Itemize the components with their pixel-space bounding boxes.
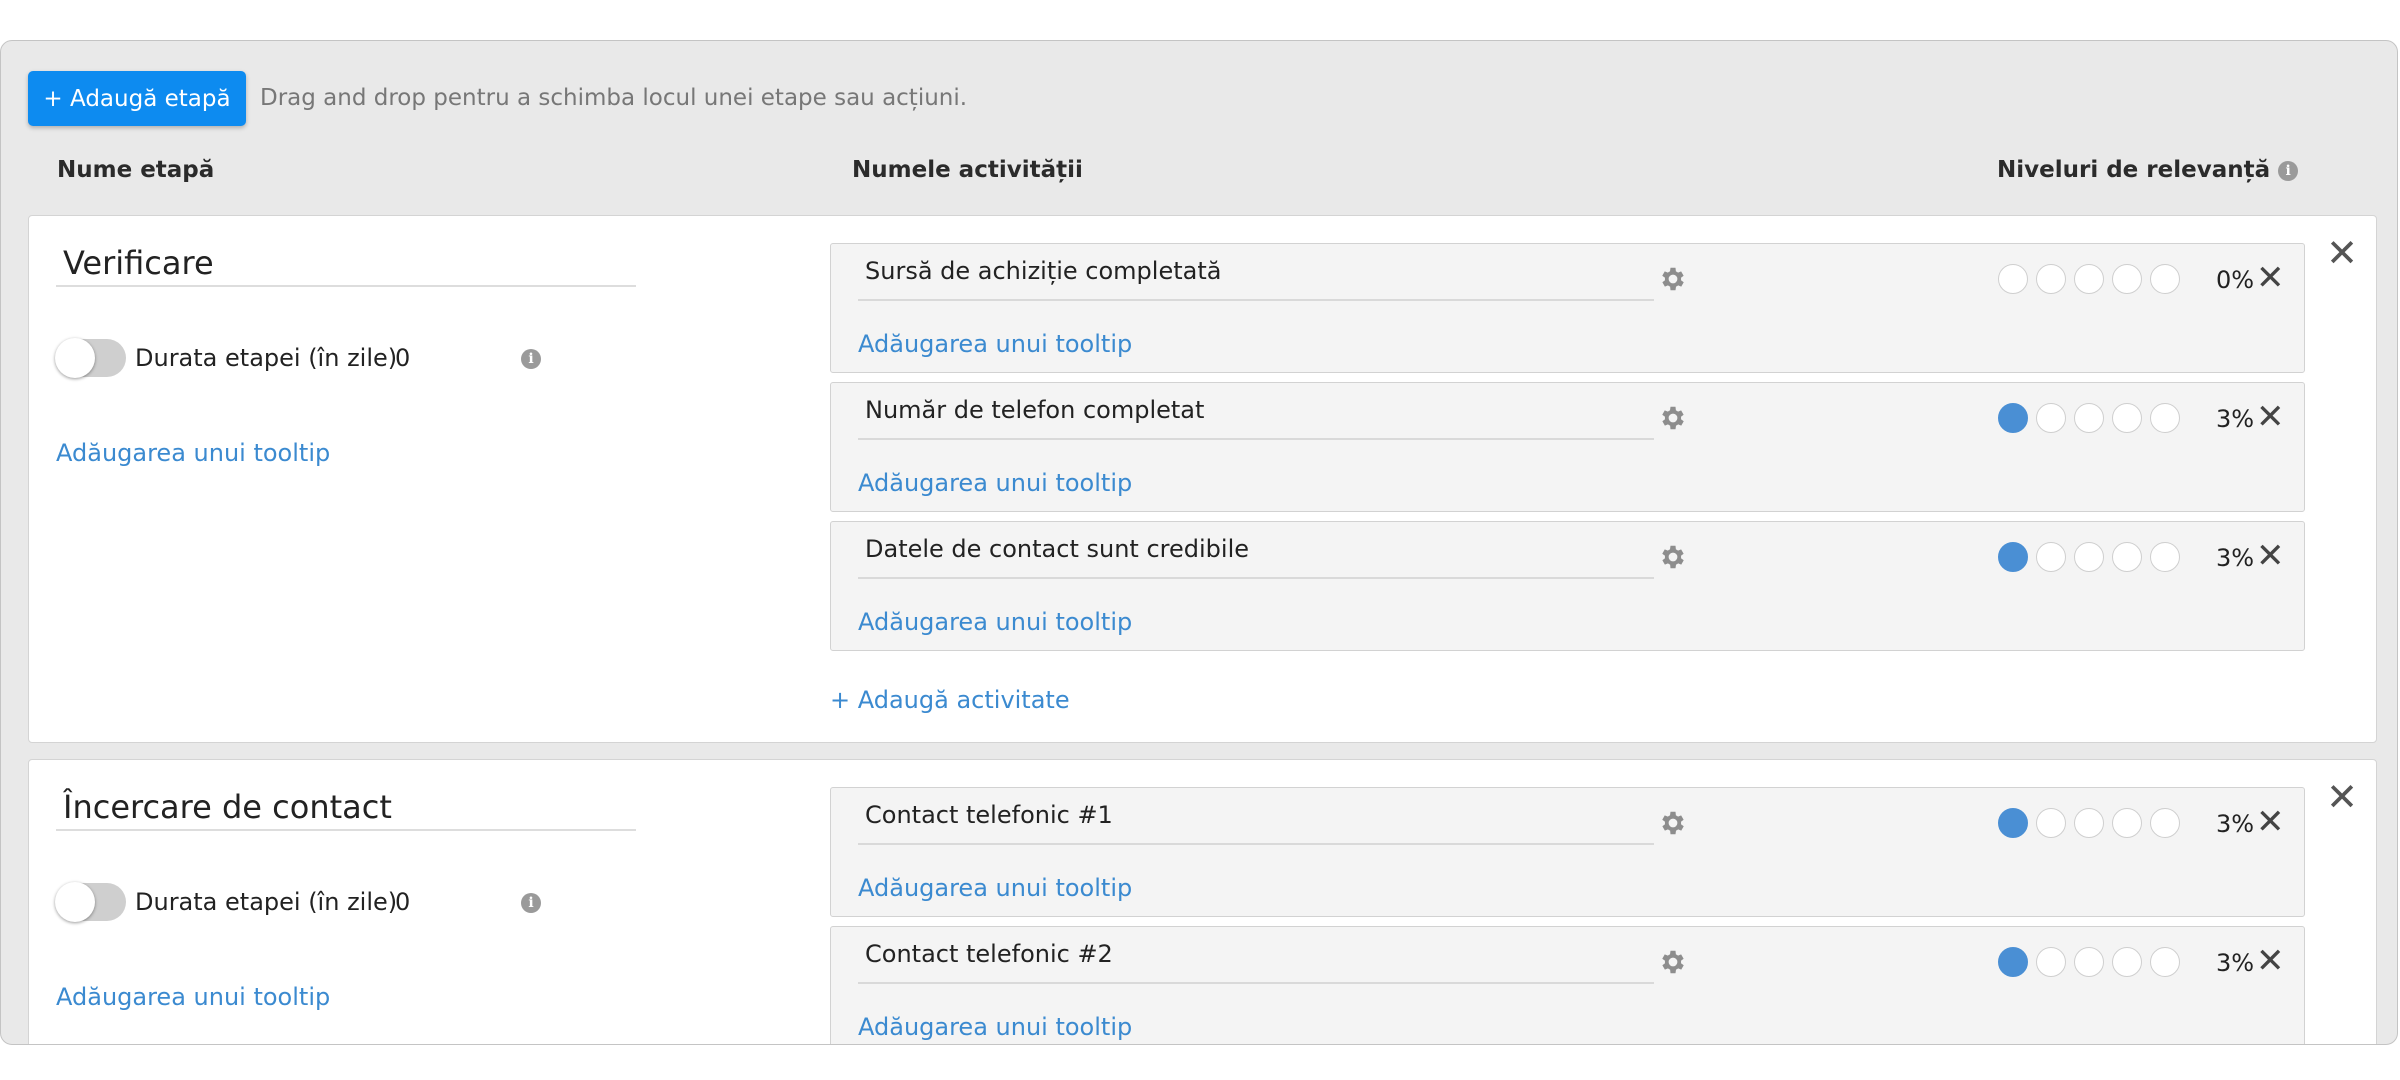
stage-card[interactable]: Verificare Durata etapei (în zile) 0 i A… <box>28 215 2377 743</box>
rating-circle[interactable] <box>2074 403 2104 433</box>
activity-add-tooltip-link[interactable]: Adăugarea unui tooltip <box>858 874 1132 902</box>
rating-circle[interactable] <box>2150 808 2180 838</box>
rating-circle[interactable] <box>2074 542 2104 572</box>
activity-name-input[interactable]: Contact telefonic #2 <box>858 940 1654 984</box>
rating-circle[interactable] <box>1998 403 2028 433</box>
rating-circle[interactable] <box>2074 264 2104 294</box>
stage-duration-toggle[interactable] <box>55 882 126 922</box>
activity-add-tooltip-link[interactable]: Adăugarea unui tooltip <box>858 608 1132 636</box>
pipeline-stages-panel: + Adaugă etapă Drag and drop pentru a sc… <box>0 40 2398 1045</box>
activity-remove-icon[interactable]: ✕ <box>2256 805 2285 839</box>
stage-add-tooltip-link[interactable]: Adăugarea unui tooltip <box>56 439 330 467</box>
rating-circle[interactable] <box>2112 808 2142 838</box>
activity-name-input[interactable]: Datele de contact sunt credibile <box>858 535 1654 579</box>
rating-circle[interactable] <box>2036 264 2066 294</box>
activity-remove-icon[interactable]: ✕ <box>2256 400 2285 434</box>
duration-info-icon[interactable]: i <box>521 893 541 913</box>
stage-duration-label: Durata etapei (în zile) <box>135 888 398 916</box>
activity-row[interactable]: Sursă de achiziție completată 0% ✕ Adăug… <box>830 243 2305 373</box>
relevance-percent: 3% <box>2216 405 2255 433</box>
toggle-knob <box>55 338 95 378</box>
stage-add-tooltip-link[interactable]: Adăugarea unui tooltip <box>56 983 330 1011</box>
rating-circle[interactable] <box>2036 947 2066 977</box>
relevance-rating[interactable] <box>1998 403 2188 433</box>
relevance-rating[interactable] <box>1998 808 2188 838</box>
settings-gear-icon[interactable] <box>1658 542 1688 572</box>
rating-circle[interactable] <box>2150 947 2180 977</box>
add-stage-button[interactable]: + Adaugă etapă <box>28 71 246 126</box>
stage-name-input[interactable]: Verificare <box>56 244 636 287</box>
rating-circle[interactable] <box>2112 403 2142 433</box>
activity-add-tooltip-link[interactable]: Adăugarea unui tooltip <box>858 1013 1132 1041</box>
rating-circle[interactable] <box>1998 947 2028 977</box>
duration-info-icon[interactable]: i <box>521 349 541 369</box>
activity-name-input[interactable]: Sursă de achiziție completată <box>858 257 1654 301</box>
stage-duration-value[interactable]: 0 <box>395 888 410 916</box>
rating-circle[interactable] <box>2150 403 2180 433</box>
settings-gear-icon[interactable] <box>1658 808 1688 838</box>
relevance-header-label: Niveluri de relevanță <box>1997 157 2271 183</box>
rating-circle[interactable] <box>2036 542 2066 572</box>
settings-gear-icon[interactable] <box>1658 403 1688 433</box>
toggle-knob <box>55 882 95 922</box>
relevance-info-icon[interactable]: i <box>2278 160 2299 181</box>
rating-circle[interactable] <box>1998 264 2028 294</box>
rating-circle[interactable] <box>2150 264 2180 294</box>
stage-card[interactable]: Încercare de contact Durata etapei (în z… <box>28 759 2377 1044</box>
rating-circle[interactable] <box>1998 542 2028 572</box>
settings-gear-icon[interactable] <box>1658 947 1688 977</box>
relevance-rating[interactable] <box>1998 542 2188 572</box>
activity-row[interactable]: Datele de contact sunt credibile 3% ✕ Ad… <box>830 521 2305 651</box>
activity-name-input[interactable]: Număr de telefon completat <box>858 396 1654 440</box>
rating-circle[interactable] <box>2036 403 2066 433</box>
column-header-activity-name: Numele activității <box>852 157 1083 183</box>
stage-name-input[interactable]: Încercare de contact <box>56 788 636 831</box>
column-header-stage-name: Nume etapă <box>57 157 215 183</box>
rating-circle[interactable] <box>2150 542 2180 572</box>
relevance-rating[interactable] <box>1998 947 2188 977</box>
relevance-percent: 3% <box>2216 949 2255 977</box>
relevance-percent: 3% <box>2216 810 2255 838</box>
settings-gear-icon[interactable] <box>1658 264 1688 294</box>
rating-circle[interactable] <box>2074 947 2104 977</box>
activity-row[interactable]: Contact telefonic #1 3% ✕ Adăugarea unui… <box>830 787 2305 917</box>
activity-row[interactable]: Număr de telefon completat 3% ✕ Adăugare… <box>830 382 2305 512</box>
activity-row[interactable]: Contact telefonic #2 3% ✕ Adăugarea unui… <box>830 926 2305 1044</box>
drag-drop-hint: Drag and drop pentru a schimba locul une… <box>260 85 968 111</box>
add-activity-link[interactable]: + Adaugă activitate <box>830 686 1070 714</box>
rating-circle[interactable] <box>2074 808 2104 838</box>
activity-name-input[interactable]: Contact telefonic #1 <box>858 801 1654 845</box>
column-header-relevance: Niveluri de relevanță i <box>1997 157 2299 183</box>
stage-duration-value[interactable]: 0 <box>395 344 410 372</box>
rating-circle[interactable] <box>2112 947 2142 977</box>
stage-remove-icon[interactable]: ✕ <box>2326 778 2358 816</box>
rating-circle[interactable] <box>2112 264 2142 294</box>
activity-remove-icon[interactable]: ✕ <box>2256 261 2285 295</box>
stage-duration-label: Durata etapei (în zile) <box>135 344 398 372</box>
stage-remove-icon[interactable]: ✕ <box>2326 234 2358 272</box>
activity-remove-icon[interactable]: ✕ <box>2256 944 2285 978</box>
activity-add-tooltip-link[interactable]: Adăugarea unui tooltip <box>858 330 1132 358</box>
relevance-percent: 3% <box>2216 544 2255 572</box>
rating-circle[interactable] <box>1998 808 2028 838</box>
activity-remove-icon[interactable]: ✕ <box>2256 539 2285 573</box>
activity-add-tooltip-link[interactable]: Adăugarea unui tooltip <box>858 469 1132 497</box>
relevance-percent: 0% <box>2216 266 2255 294</box>
stage-duration-toggle[interactable] <box>55 338 126 378</box>
rating-circle[interactable] <box>2036 808 2066 838</box>
rating-circle[interactable] <box>2112 542 2142 572</box>
relevance-rating[interactable] <box>1998 264 2188 294</box>
